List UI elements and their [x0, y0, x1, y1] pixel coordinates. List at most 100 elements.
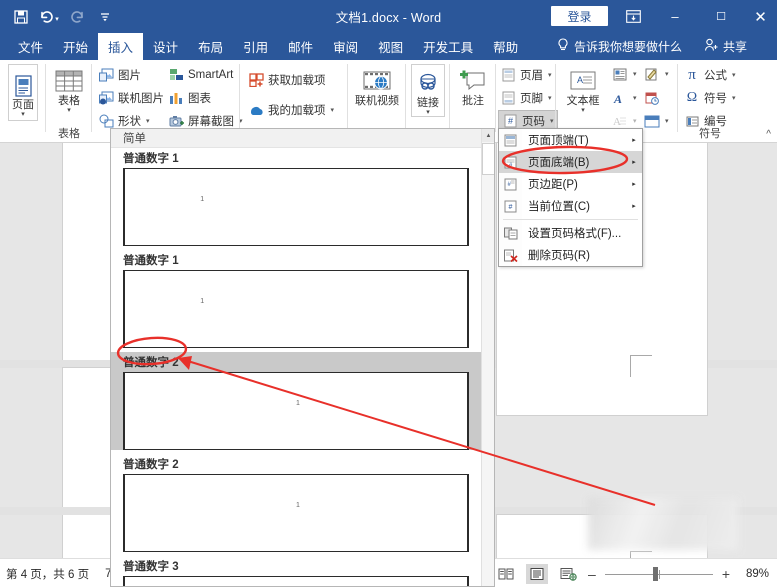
chevron-down-icon[interactable]: ▾ [633, 117, 637, 125]
gallery-item-3[interactable]: 普通数字 2 1 [111, 454, 481, 552]
gallery-item-label: 普通数字 2 [123, 459, 179, 471]
header-label: 页眉 [520, 70, 543, 82]
ribbon-tab-3[interactable]: 设计 [143, 33, 188, 60]
zoom-level[interactable]: 89% [739, 568, 769, 580]
share-button[interactable]: 共享 [704, 33, 747, 60]
gallery-items: 普通数字 1 1 普通数字 1 1 普通数字 2 1 普通数字 2 1 普通数字 3 1 [111, 148, 481, 586]
ribbon-tab-2[interactable]: 插入 [98, 33, 144, 60]
menu-item-1[interactable]: # 页面底端(B) ▸ [499, 151, 642, 173]
gallery-item-0[interactable]: 普通数字 1 1 [111, 148, 481, 246]
wordart-button[interactable]: A ▾ [612, 88, 637, 108]
undo-dropdown-caret[interactable]: ▾ [55, 16, 59, 23]
chevron-down-icon[interactable]: ▾ [633, 94, 637, 102]
chevron-down-icon[interactable]: ▾ [732, 71, 736, 79]
comment-label: 批注 [462, 95, 484, 107]
quick-parts-icon [612, 66, 628, 82]
close-button[interactable]: ✕ [744, 0, 777, 33]
date-time-button[interactable] [644, 88, 660, 108]
chevron-down-icon[interactable]: ▾ [581, 107, 585, 114]
ribbon-tab-0[interactable]: 文件 [8, 33, 53, 60]
online-video-button[interactable]: 联机视频 [352, 63, 402, 107]
undo-icon[interactable]: ▾ [36, 4, 62, 30]
chevron-down-icon[interactable]: ▾ [67, 107, 71, 114]
chevron-down-icon[interactable]: ▾ [665, 70, 669, 78]
gallery-item-preview: 1 [123, 576, 469, 586]
chevron-down-icon[interactable]: ▾ [633, 70, 637, 78]
web-layout-icon[interactable] [557, 564, 579, 584]
submenu-arrow-icon: ▸ [632, 203, 636, 210]
smartart-button[interactable]: SmartArt [168, 65, 233, 85]
gallery-scrollbar[interactable]: ▲ [481, 129, 494, 586]
zoom-slider[interactable] [604, 564, 713, 584]
gallery-item-4[interactable]: 普通数字 3 1 [111, 556, 481, 586]
menu-item-5[interactable]: 设置页码格式(F)... [499, 222, 642, 244]
page-top-icon [499, 134, 522, 147]
quick-parts-button[interactable]: ▾ [612, 64, 637, 84]
ribbon-tab-7[interactable]: 审阅 [323, 33, 368, 60]
zoom-slider-handle[interactable] [652, 566, 658, 581]
gallery-item-preview: 1 [123, 474, 469, 552]
zoom-out-button[interactable]: – [588, 566, 596, 582]
chevron-down-icon[interactable]: ▾ [550, 117, 554, 125]
chevron-down-icon[interactable]: ▾ [426, 109, 430, 116]
customize-quick-access-icon[interactable] [92, 4, 118, 30]
chevron-down-icon[interactable]: ▾ [21, 111, 25, 118]
read-mode-icon[interactable] [495, 564, 517, 584]
chart-icon [168, 90, 184, 106]
scrollbar-thumb[interactable] [482, 143, 494, 175]
ribbon-tab-4[interactable]: 布局 [188, 33, 233, 60]
footer-button[interactable]: 页脚 ▾ [500, 88, 552, 108]
ribbon-tab-1[interactable]: 开始 [53, 33, 98, 60]
status-right: – + 89% [495, 559, 769, 587]
page-number-gallery[interactable]: 简单 普通数字 1 1 普通数字 1 1 普通数字 2 1 普通数字 2 1 普通数字 3 1 ▲ [110, 128, 495, 587]
ribbon-tab-6[interactable]: 邮件 [278, 33, 323, 60]
menu-item-2[interactable]: # 页边距(P) ▸ [499, 173, 642, 195]
header-button[interactable]: 页眉 ▾ [500, 65, 552, 85]
scroll-up-icon[interactable]: ▲ [482, 129, 494, 142]
equation-button[interactable]: π 公式 ▾ [684, 65, 736, 85]
signature-line-button[interactable]: ▾ [644, 64, 669, 84]
object-icon [644, 113, 660, 129]
online-picture-button[interactable]: 联机图片 [98, 88, 164, 108]
link-button[interactable]: 链接 ▾ [411, 64, 445, 117]
gallery-item-2[interactable]: 普通数字 2 1 [111, 352, 481, 450]
tell-me-box[interactable]: 告诉我你想要做什么 [557, 33, 682, 60]
gallery-item-label: 普通数字 1 [123, 255, 179, 267]
minimize-button[interactable]: – [652, 0, 698, 33]
comment-button[interactable]: 批注 [452, 63, 494, 107]
ribbon-tab-9[interactable]: 开发工具 [413, 33, 483, 60]
chevron-down-icon[interactable]: ▾ [732, 94, 736, 102]
chevron-down-icon[interactable]: ▾ [548, 71, 552, 79]
get-addins-button[interactable]: 获取加载项 [248, 70, 326, 90]
page-number-dropdown-menu[interactable]: 页面顶端(T) ▸ # 页面底端(B) ▸ # 页边距(P) ▸ # 当前位置(C) ▸ 设置页码格式… [498, 128, 643, 267]
ribbon-tab-10[interactable]: 帮助 [483, 33, 528, 60]
chart-button[interactable]: 图表 [168, 88, 211, 108]
picture-button[interactable]: 图片 [98, 65, 141, 85]
ribbon-display-options-icon[interactable] [622, 6, 644, 26]
textbox-button[interactable]: A 文本框 ▾ [560, 63, 606, 114]
symbol-button[interactable]: Ω 符号 ▾ [684, 88, 736, 108]
gallery-item-1[interactable]: 普通数字 1 1 [111, 250, 481, 348]
table-button[interactable]: 表格 ▾ [47, 63, 91, 114]
pages-button[interactable]: 页面 ▾ [8, 64, 38, 121]
page-indicator[interactable]: 第 4 页，共 6 页 [6, 566, 89, 582]
quick-access-toolbar[interactable]: ▾ [8, 0, 118, 33]
zoom-in-button[interactable]: + [722, 566, 730, 582]
chevron-down-icon[interactable]: ▾ [146, 117, 150, 125]
ribbon-group-symbols: π 公式 ▾ Ω 符号 ▾ 编号 符号 [678, 60, 777, 143]
collapse-ribbon-icon[interactable]: ^ [766, 129, 771, 140]
ribbon-tab-8[interactable]: 视图 [368, 33, 413, 60]
ribbon-tab-5[interactable]: 引用 [233, 33, 278, 60]
save-icon[interactable] [8, 4, 34, 30]
sign-in-button[interactable]: 登录 [551, 6, 608, 26]
svg-text:A: A [577, 75, 583, 85]
print-layout-icon[interactable] [526, 563, 549, 584]
chevron-down-icon[interactable]: ▾ [665, 117, 669, 125]
chevron-down-icon[interactable]: ▾ [331, 106, 335, 114]
menu-item-0[interactable]: 页面顶端(T) ▸ [499, 129, 642, 151]
menu-item-3[interactable]: # 当前位置(C) ▸ [499, 195, 642, 217]
maximize-button[interactable]: ☐ [698, 0, 744, 33]
chevron-down-icon[interactable]: ▾ [548, 94, 552, 102]
my-addins-button[interactable]: 我的加载项 ▾ [248, 100, 334, 120]
menu-item-6[interactable]: 删除页码(R) [499, 244, 642, 266]
